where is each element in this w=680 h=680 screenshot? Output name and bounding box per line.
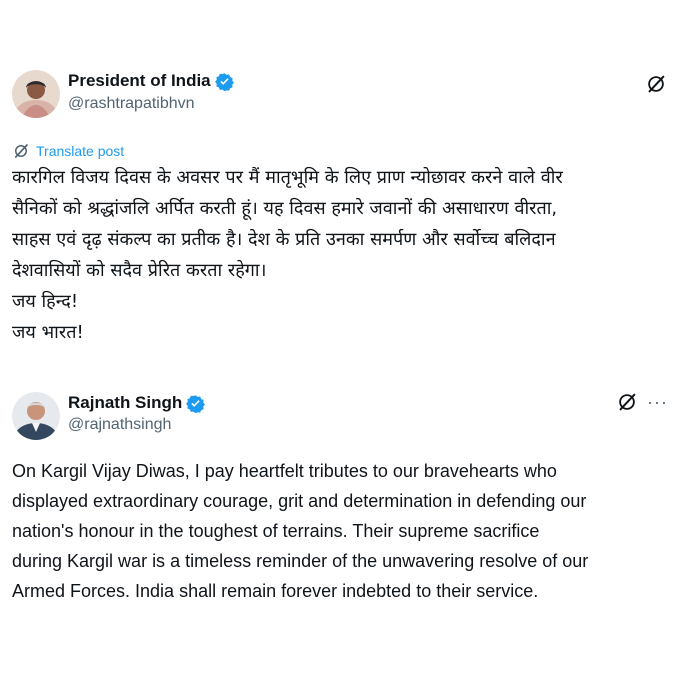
more-icon[interactable]: ···	[647, 390, 668, 414]
post-text-line: सैनिकों को श्रद्धांजलि अर्पित करती हूं। …	[12, 198, 558, 219]
author-name[interactable]: Rajnath Singh	[68, 393, 182, 413]
post-text-line: साहस एवं दृढ़ संकल्प का प्रतीक है। देश क…	[12, 229, 556, 250]
grok-icon[interactable]	[644, 72, 668, 96]
post-text: On Kargil Vijay Diwas, I pay heartfelt t…	[12, 456, 672, 606]
post-text-line: जय हिन्द!	[12, 291, 79, 312]
author-handle[interactable]: @rajnathsingh	[68, 416, 205, 434]
translate-label[interactable]: Translate post	[36, 143, 124, 159]
post-actions	[644, 72, 668, 96]
post-rajnath[interactable]: Rajnath Singh @rajnathsingh ··· On Kargi…	[0, 386, 680, 601]
post-header: Rajnath Singh @rajnathsingh ···	[0, 386, 680, 446]
post-text-line: during Kargil war is a timeless reminder…	[12, 551, 589, 571]
verified-badge-icon	[214, 72, 234, 91]
post-president[interactable]: President of India @rashtrapatibhvn Tran…	[0, 64, 680, 343]
author-handle[interactable]: @rashtrapatibhvn	[68, 95, 234, 113]
avatar[interactable]	[12, 392, 60, 440]
post-text-line: nation's honour in the toughest of terra…	[12, 521, 540, 541]
post-text-line: देशवासियों को सदैव प्रेरित करता रहेगा।	[12, 260, 267, 281]
post-text-line: जय भारत!	[12, 322, 84, 343]
verified-badge-icon	[186, 394, 206, 413]
person-avatar-icon	[12, 70, 60, 118]
post-header: President of India @rashtrapatibhvn	[0, 64, 680, 124]
post-text-line: On Kargil Vijay Diwas, I pay heartfelt t…	[12, 461, 557, 481]
person-avatar-icon	[12, 392, 60, 440]
author-block: Rajnath Singh @rajnathsingh	[68, 392, 206, 434]
author-name[interactable]: President of India	[68, 71, 211, 91]
post-actions: ···	[615, 390, 668, 414]
post-text-line: displayed extraordinary courage, grit an…	[12, 491, 587, 511]
post-text: कारगिल विजय दिवस के अवसर पर मैं मातृभूमि…	[12, 162, 672, 348]
grok-icon	[14, 144, 28, 158]
translate-post-link[interactable]: Translate post	[12, 142, 124, 160]
grok-icon[interactable]	[615, 390, 639, 414]
avatar[interactable]	[12, 70, 60, 118]
author-block: President of India @rashtrapatibhvn	[68, 70, 234, 113]
post-text-line: Armed Forces. India shall remain forever…	[12, 581, 539, 601]
post-text-line: कारगिल विजय दिवस के अवसर पर मैं मातृभूमि…	[12, 167, 563, 188]
